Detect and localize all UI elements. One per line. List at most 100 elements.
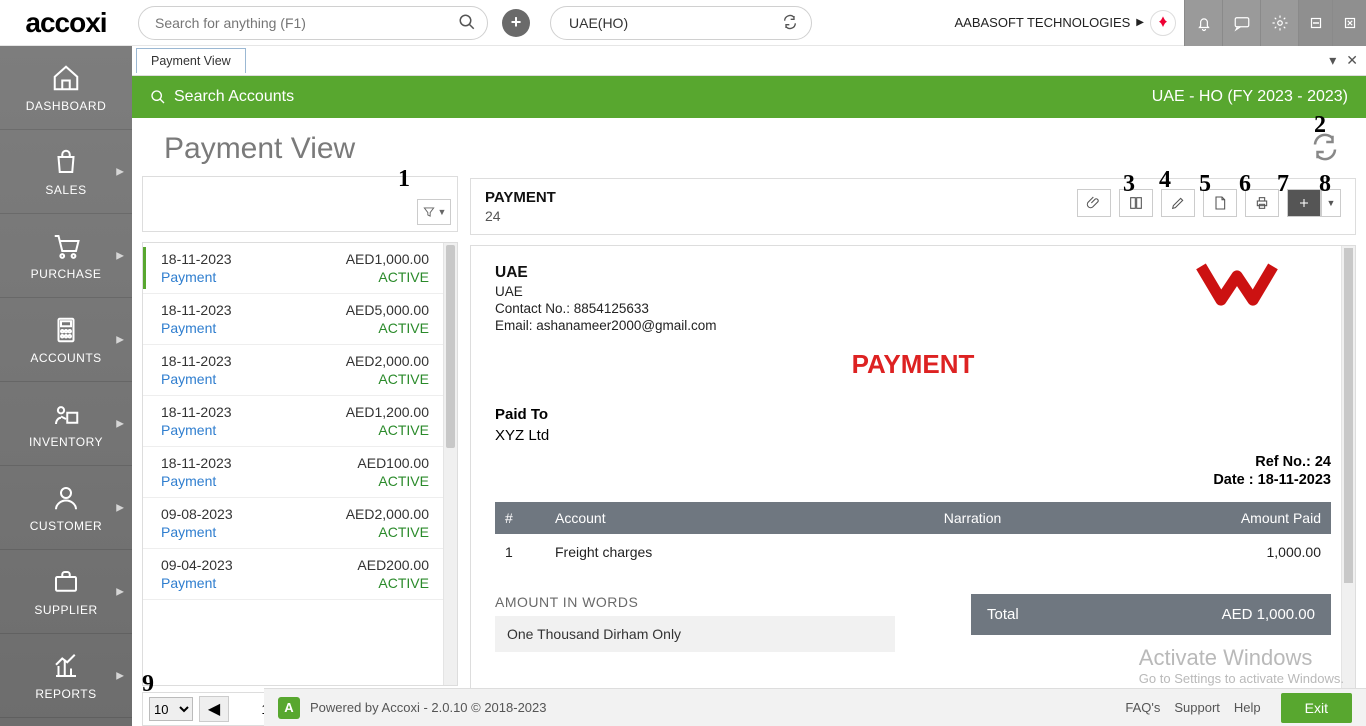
document-body: UAE UAE Contact No.: 8854125633 Email: a…	[470, 245, 1356, 726]
amount-in-words-label: AMOUNT IN WORDS	[495, 594, 931, 610]
new-button[interactable]	[1287, 189, 1321, 217]
nav-sales[interactable]: SALES ▶	[0, 130, 132, 214]
scrollbar[interactable]	[443, 243, 457, 685]
calculator-icon	[51, 315, 81, 345]
list-item[interactable]: 18-11-2023AED1,200.00PaymentACTIVE	[143, 396, 443, 447]
chevron-right-icon: ▶	[116, 166, 124, 177]
close-button[interactable]	[1332, 0, 1366, 46]
org-selector-input[interactable]	[550, 6, 812, 40]
attach-button[interactable]	[1077, 189, 1111, 217]
print-button[interactable]	[1245, 189, 1279, 217]
journal-button[interactable]	[1119, 189, 1153, 217]
main-area: Payment View ▾ ✕ Search Accounts UAE - H…	[132, 46, 1366, 726]
table-row: 1 Freight charges 1,000.00	[495, 534, 1331, 570]
chevron-right-icon: ▶	[116, 670, 124, 681]
messages-button[interactable]	[1222, 0, 1260, 46]
context-bar: Search Accounts UAE - HO (FY 2023 - 2023…	[132, 76, 1366, 118]
document-panel: 2 PAYMENT 24 3 4 5 6 7 8	[470, 118, 1356, 726]
tab-payment-view[interactable]: Payment View	[136, 48, 246, 73]
quick-add-button[interactable]: +	[502, 9, 530, 37]
cart-icon	[51, 231, 81, 261]
nav-label: CUSTOMER	[30, 519, 102, 533]
tab-strip: Payment View ▾ ✕	[132, 46, 1366, 76]
list-item[interactable]: 09-08-2023AED2,000.00PaymentACTIVE	[143, 498, 443, 549]
document-title: PAYMENT	[495, 349, 1331, 380]
footer-faq-link[interactable]: FAQ's	[1125, 700, 1160, 715]
ref-no: Ref No.: 24	[495, 454, 1331, 470]
bag-icon	[51, 147, 81, 177]
search-filter-panel: ▼	[142, 176, 458, 232]
row-date: 18-11-2023	[161, 302, 232, 318]
list-item[interactable]: 18-11-2023AED1,000.00PaymentACTIVE	[143, 243, 443, 294]
row-amount: AED1,200.00	[346, 404, 429, 420]
footer-help-link[interactable]: Help	[1234, 700, 1261, 715]
list-item[interactable]: 18-11-2023AED5,000.00PaymentACTIVE	[143, 294, 443, 345]
new-split-button[interactable]: ▼	[1287, 189, 1341, 217]
row-status: ACTIVE	[378, 320, 429, 336]
company-logo-icon	[1195, 260, 1279, 308]
plus-icon	[1296, 195, 1312, 211]
row-amount: AED200.00	[357, 557, 429, 573]
list-item[interactable]: 18-11-2023AED100.00PaymentACTIVE	[143, 447, 443, 498]
prev-page-button[interactable]: ◀	[199, 696, 229, 722]
total-value: AED 1,000.00	[1222, 606, 1315, 623]
row-status: ACTIVE	[378, 575, 429, 591]
row-type: Payment	[161, 524, 216, 540]
app-logo-text: accoxi	[25, 7, 106, 39]
exit-button[interactable]: Exit	[1281, 693, 1352, 723]
nav-reports[interactable]: REPORTS ▶	[0, 634, 132, 718]
sidebar: DASHBOARD SALES ▶ PURCHASE ▶ ACCOUNTS ▶ …	[0, 46, 132, 726]
document-header: PAYMENT 24 3 4 5 6 7 8	[470, 178, 1356, 235]
settings-button[interactable]	[1260, 0, 1298, 46]
list-item[interactable]: 18-11-2023AED2,000.00PaymentACTIVE	[143, 345, 443, 396]
scrollbar[interactable]	[1341, 246, 1355, 725]
row-date: 18-11-2023	[161, 404, 232, 420]
col-narration: Narration	[934, 502, 1191, 534]
nav-customer[interactable]: CUSTOMER ▶	[0, 466, 132, 550]
nav-label: DASHBOARD	[26, 99, 107, 113]
app-logo: accoxi	[0, 0, 132, 46]
row-status: ACTIVE	[378, 524, 429, 540]
pencil-icon	[1170, 195, 1186, 211]
global-search-input[interactable]	[138, 6, 488, 40]
search-accounts-button[interactable]: Search Accounts	[150, 88, 294, 106]
search-icon[interactable]	[458, 13, 476, 31]
row-date: 18-11-2023	[161, 455, 232, 471]
chart-icon	[51, 651, 81, 681]
nav-dashboard[interactable]: DASHBOARD	[0, 46, 132, 130]
page-size-select[interactable]: 10	[149, 697, 193, 721]
total-label: Total	[987, 606, 1019, 623]
minimize-tab-icon[interactable]: ▾	[1329, 52, 1336, 69]
line-items-table: # Account Narration Amount Paid 1 Freigh…	[495, 502, 1331, 570]
chevron-right-icon: ▶	[116, 334, 124, 345]
footer-support-link[interactable]: Support	[1174, 700, 1220, 715]
payment-list: 18-11-2023AED1,000.00PaymentACTIVE18-11-…	[142, 242, 458, 686]
row-date: 09-04-2023	[161, 557, 233, 573]
close-tab-icon[interactable]: ✕	[1346, 52, 1358, 69]
edit-button[interactable]	[1161, 189, 1195, 217]
notifications-button[interactable]	[1184, 0, 1222, 46]
filter-icon	[422, 205, 436, 219]
sync-icon[interactable]	[782, 14, 798, 30]
nav-supplier[interactable]: SUPPLIER ▶	[0, 550, 132, 634]
nav-purchase[interactable]: PURCHASE ▶	[0, 214, 132, 298]
pdf-button[interactable]	[1203, 189, 1237, 217]
nav-label: SALES	[45, 183, 86, 197]
user-avatar-icon[interactable]	[1150, 10, 1176, 36]
new-dropdown[interactable]: ▼	[1321, 189, 1341, 217]
nav-label: REPORTS	[35, 687, 96, 701]
list-item[interactable]: 09-04-2023AED200.00PaymentACTIVE	[143, 549, 443, 600]
minimize-button[interactable]	[1298, 0, 1332, 46]
chevron-down-icon: ▼	[1327, 198, 1336, 208]
nav-accounts[interactable]: ACCOUNTS ▶	[0, 298, 132, 382]
filter-button[interactable]: ▼	[417, 199, 451, 225]
user-icon	[51, 483, 81, 513]
chevron-right-icon: ▶	[116, 586, 124, 597]
nav-label: PURCHASE	[31, 267, 102, 281]
row-type: Payment	[161, 269, 216, 285]
doc-date: Date : 18-11-2023	[495, 472, 1331, 488]
nav-inventory[interactable]: INVENTORY ▶	[0, 382, 132, 466]
company-menu[interactable]: AABASOFT TECHNOLOGIES ▶	[955, 15, 1151, 30]
refresh-button[interactable]	[1310, 132, 1340, 162]
amount-in-words: AMOUNT IN WORDS One Thousand Dirham Only	[495, 594, 931, 652]
